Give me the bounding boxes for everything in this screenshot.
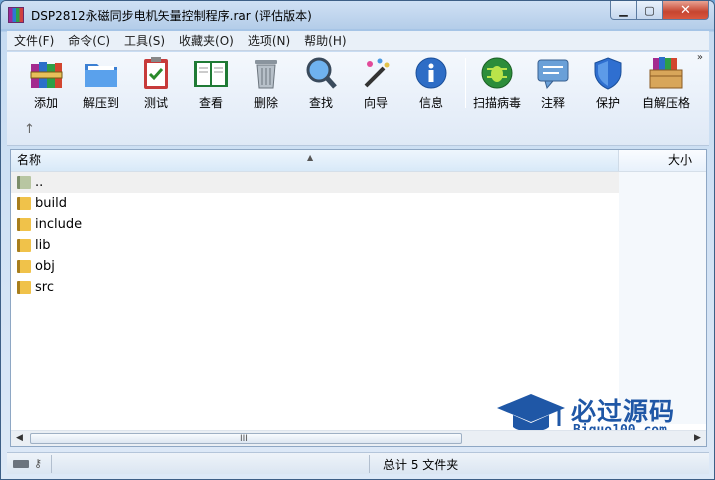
grip-icon: III bbox=[240, 434, 248, 444]
status-separator bbox=[369, 455, 370, 473]
list-item-src[interactable]: src bbox=[11, 277, 706, 298]
menu-favorites[interactable]: 收藏夹(O) bbox=[172, 32, 241, 49]
sfx-box-icon bbox=[648, 56, 684, 90]
status-separator bbox=[51, 454, 53, 473]
comment-icon bbox=[535, 56, 571, 90]
menu-bar: 文件(F) 命令(C) 工具(S) 收藏夹(O) 选项(N) 帮助(H) bbox=[7, 31, 709, 51]
sfx-label: 自解压格 bbox=[641, 96, 690, 110]
menu-options[interactable]: 选项(N) bbox=[241, 32, 297, 49]
title-bar[interactable]: DSP2812永磁同步电机矢量控制程序.rar (评估版本) ▁ ▢ ✕ bbox=[1, 1, 714, 29]
column-size-label: 大小 bbox=[667, 153, 692, 167]
add-button[interactable]: 添加 bbox=[19, 56, 73, 112]
list-rows: .. build include lib obj src 必过源码 bbox=[11, 172, 706, 438]
clipboard-check-icon bbox=[138, 56, 174, 90]
drive-icon[interactable] bbox=[13, 459, 29, 468]
menu-commands[interactable]: 命令(C) bbox=[61, 32, 117, 49]
info-label: 信息 bbox=[418, 96, 443, 110]
list-item-label: include bbox=[35, 217, 83, 232]
comment-button[interactable]: 注释 bbox=[526, 56, 580, 112]
magic-wand-icon bbox=[358, 56, 394, 90]
delete-label: 删除 bbox=[253, 96, 278, 110]
add-label: 添加 bbox=[33, 96, 58, 110]
books-add-icon bbox=[28, 56, 64, 90]
folder-icon bbox=[17, 281, 31, 294]
horizontal-scrollbar[interactable]: ◀ III ▶ bbox=[11, 430, 706, 446]
status-summary: 总计 5 文件夹 bbox=[383, 458, 459, 472]
maximize-button[interactable]: ▢ bbox=[637, 1, 663, 20]
list-item-label: src bbox=[35, 280, 54, 295]
protect-button[interactable]: 保护 bbox=[581, 56, 635, 112]
test-label: 测试 bbox=[143, 96, 168, 110]
trash-can-icon bbox=[248, 56, 284, 90]
list-item-label: build bbox=[35, 196, 67, 211]
column-header-size[interactable]: 大小 bbox=[619, 150, 706, 171]
list-item-label: .. bbox=[35, 175, 44, 190]
view-button[interactable]: 查看 bbox=[184, 56, 238, 112]
close-button[interactable]: ✕ bbox=[663, 1, 709, 20]
open-book-icon bbox=[193, 56, 229, 90]
bug-scan-icon bbox=[479, 56, 515, 90]
winrar-app-icon[interactable] bbox=[8, 7, 24, 23]
scroll-left-icon[interactable]: ◀ bbox=[11, 431, 28, 446]
menu-help[interactable]: 帮助(H) bbox=[297, 32, 353, 49]
test-button[interactable]: 测试 bbox=[129, 56, 183, 112]
folder-icon bbox=[17, 239, 31, 252]
scrollbar-thumb[interactable]: III bbox=[30, 433, 462, 444]
minimize-button[interactable]: ▁ bbox=[610, 1, 637, 20]
shield-icon bbox=[590, 56, 626, 90]
column-name-label: 名称 bbox=[17, 153, 42, 167]
comment-label: 注释 bbox=[540, 96, 565, 110]
wizard-button[interactable]: 向导 bbox=[349, 56, 403, 112]
toolbar-overflow-chevron-icon[interactable]: » bbox=[697, 52, 703, 63]
wizard-label: 向导 bbox=[363, 96, 388, 110]
folder-icon bbox=[17, 260, 31, 273]
window-title: DSP2812永磁同步电机矢量控制程序.rar (评估版本) bbox=[31, 8, 312, 23]
toolbar-separator bbox=[465, 58, 466, 108]
close-icon: ✕ bbox=[680, 2, 691, 18]
delete-button[interactable]: 删除 bbox=[239, 56, 293, 112]
info-button[interactable]: 信息 bbox=[404, 56, 458, 112]
status-bar: ⚷ 总计 5 文件夹 bbox=[7, 452, 709, 474]
toolbar: 添加 解压到 测试 查看 删除 查找 向导 信息 扫描病毒 注释 保护 自解压格… bbox=[7, 52, 709, 146]
list-item-parent[interactable]: .. bbox=[11, 172, 706, 193]
find-label: 查找 bbox=[308, 96, 333, 110]
list-item-obj[interactable]: obj bbox=[11, 256, 706, 277]
list-item-label: lib bbox=[35, 238, 51, 253]
folder-icon bbox=[17, 197, 31, 210]
menu-tools[interactable]: 工具(S) bbox=[117, 32, 172, 49]
protect-label: 保护 bbox=[595, 96, 620, 110]
file-list: 名称 ▲ 大小 .. build include lib obj src 必过源… bbox=[10, 149, 707, 447]
column-header-name[interactable]: 名称 ▲ bbox=[11, 150, 619, 171]
size-column-background bbox=[619, 172, 706, 424]
parent-folder-icon bbox=[17, 176, 31, 189]
scan-virus-label: 扫描病毒 bbox=[472, 96, 521, 110]
archive-window: DSP2812永磁同步电机矢量控制程序.rar (评估版本) ▁ ▢ ✕ 文件(… bbox=[0, 0, 715, 480]
sort-ascending-icon: ▲ bbox=[307, 153, 314, 162]
list-item-lib[interactable]: lib bbox=[11, 235, 706, 256]
list-item-include[interactable]: include bbox=[11, 214, 706, 235]
find-button[interactable]: 查找 bbox=[294, 56, 348, 112]
menu-file[interactable]: 文件(F) bbox=[7, 32, 61, 49]
key-icon[interactable]: ⚷ bbox=[34, 457, 42, 470]
extract-to-label: 解压到 bbox=[82, 96, 119, 110]
folder-extract-icon bbox=[83, 56, 119, 90]
info-icon bbox=[413, 56, 449, 90]
list-item-build[interactable]: build bbox=[11, 193, 706, 214]
sfx-button[interactable]: 自解压格 bbox=[637, 56, 695, 112]
view-label: 查看 bbox=[198, 96, 223, 110]
folder-icon bbox=[17, 218, 31, 231]
magnifier-icon bbox=[303, 56, 339, 90]
scan-virus-button[interactable]: 扫描病毒 bbox=[469, 56, 525, 112]
minimize-icon: ▁ bbox=[619, 3, 628, 17]
maximize-icon: ▢ bbox=[644, 3, 655, 17]
up-one-level-icon[interactable]: ↑ bbox=[24, 122, 35, 137]
list-header: 名称 ▲ 大小 bbox=[11, 150, 706, 172]
window-controls: ▁ ▢ ✕ bbox=[610, 1, 709, 20]
list-item-label: obj bbox=[35, 259, 55, 274]
scroll-right-icon[interactable]: ▶ bbox=[689, 431, 706, 446]
extract-to-button[interactable]: 解压到 bbox=[74, 56, 128, 112]
